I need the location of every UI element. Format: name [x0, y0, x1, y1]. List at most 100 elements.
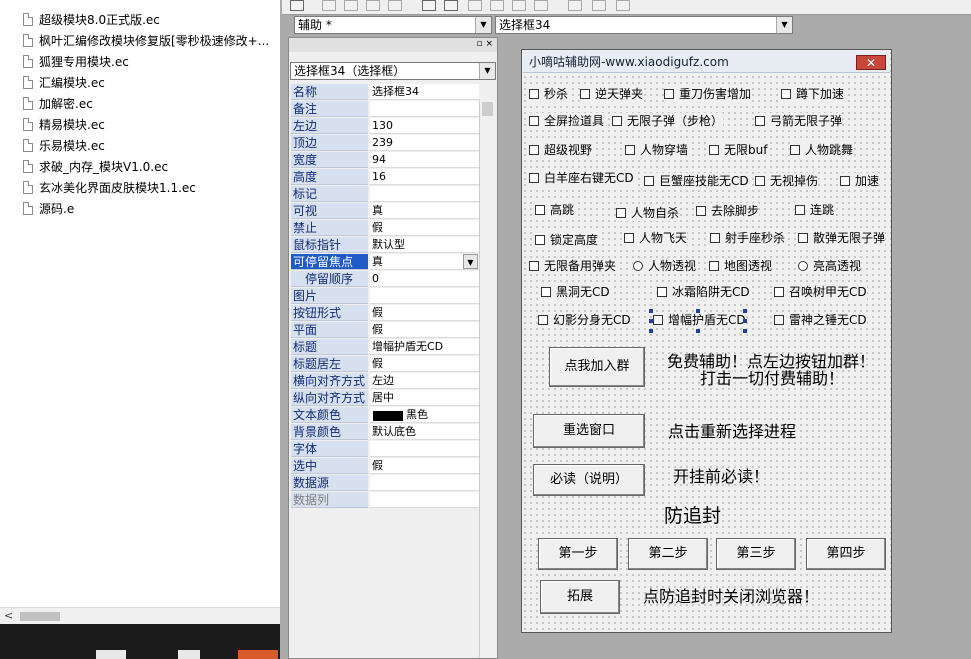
- form-combo[interactable]: 辅助 * ▼: [294, 16, 492, 34]
- control-combo[interactable]: 选择框34 ▼: [495, 16, 793, 34]
- checkbox-icon[interactable]: [755, 116, 765, 126]
- option-checkbox[interactable]: 锁定高度: [535, 232, 599, 248]
- property-row[interactable]: 标题 增幅护盾无CD: [291, 339, 479, 356]
- checkbox-icon[interactable]: [774, 287, 784, 297]
- checkbox-icon[interactable]: [616, 208, 626, 218]
- property-value[interactable]: 16: [370, 169, 479, 185]
- file-item[interactable]: 超级模块8.0正式版.ec: [23, 10, 160, 30]
- tool-icon[interactable]: [534, 0, 548, 11]
- option-checkbox[interactable]: 无视掉伤: [755, 173, 819, 189]
- file-item[interactable]: 狐狸专用模块.ec: [23, 52, 129, 72]
- file-item[interactable]: 汇编模块.ec: [23, 73, 105, 93]
- property-value[interactable]: [370, 492, 479, 508]
- option-checkbox[interactable]: 超级视野: [529, 142, 593, 158]
- chevron-down-icon[interactable]: ▼: [463, 254, 478, 269]
- property-value[interactable]: [370, 441, 479, 457]
- tool-icon[interactable]: [344, 0, 358, 11]
- option-checkbox[interactable]: 秒杀: [529, 86, 569, 102]
- selection-handle[interactable]: [743, 319, 747, 323]
- property-row[interactable]: 背景颜色 默认底色: [291, 424, 479, 441]
- property-row[interactable]: 按钮形式假: [291, 305, 479, 322]
- property-row[interactable]: 宽度 94: [291, 152, 479, 169]
- option-checkbox[interactable]: 幻影分身无CD: [538, 312, 631, 328]
- checkbox-icon[interactable]: [795, 205, 805, 215]
- checkbox-icon[interactable]: [653, 315, 663, 325]
- property-value[interactable]: 假: [370, 305, 479, 321]
- option-checkbox[interactable]: 黑洞无CD: [541, 284, 610, 300]
- property-value[interactable]: 0: [370, 271, 479, 287]
- scroll-thumb[interactable]: [20, 612, 60, 621]
- chevron-down-icon[interactable]: ▼: [479, 63, 495, 79]
- checkbox-icon[interactable]: [541, 287, 551, 297]
- property-value[interactable]: 真: [370, 203, 479, 219]
- expand-button[interactable]: 拓展: [540, 580, 620, 614]
- checkbox-icon[interactable]: [755, 176, 765, 186]
- property-object-selector[interactable]: 选择框34（选择框） ▼: [290, 62, 496, 80]
- selection-handle[interactable]: [696, 309, 700, 313]
- checkbox-icon[interactable]: [781, 89, 791, 99]
- property-row[interactable]: 标题居左假: [291, 356, 479, 373]
- checkbox-icon[interactable]: [709, 145, 719, 155]
- property-row[interactable]: 禁止假: [291, 220, 479, 237]
- property-value[interactable]: 左边: [370, 373, 479, 389]
- scroll-left-icon[interactable]: <: [4, 609, 13, 622]
- radio-icon[interactable]: [633, 261, 643, 271]
- checkbox-icon[interactable]: [529, 89, 539, 99]
- option-checkbox[interactable]: 人物自杀: [616, 205, 680, 221]
- tool-icon[interactable]: [490, 0, 504, 11]
- option-checkbox[interactable]: 去除脚步: [696, 203, 760, 219]
- property-row[interactable]: 平面假: [291, 322, 479, 339]
- option-checkbox[interactable]: 加速: [840, 173, 880, 189]
- step2-button[interactable]: 第二步: [628, 538, 708, 570]
- checkbox-icon[interactable]: [529, 116, 539, 126]
- checkbox-icon[interactable]: [774, 315, 784, 325]
- selection-handle[interactable]: [649, 319, 653, 323]
- step4-button[interactable]: 第四步: [806, 538, 886, 570]
- property-value[interactable]: 239: [370, 135, 479, 151]
- selection-handle[interactable]: [696, 329, 700, 333]
- step3-button[interactable]: 第三步: [716, 538, 796, 570]
- tool-icon[interactable]: [388, 0, 402, 11]
- checkbox-icon[interactable]: [580, 89, 590, 99]
- property-row[interactable]: 图片: [291, 288, 479, 305]
- option-checkbox[interactable]: 冰霜陷阱无CD: [657, 284, 750, 300]
- tool-icon[interactable]: [322, 0, 336, 11]
- property-value[interactable]: 假: [370, 220, 479, 236]
- option-checkbox[interactable]: 雷神之锤无CD: [774, 312, 867, 328]
- property-value[interactable]: 假: [370, 458, 479, 474]
- checkbox-icon[interactable]: [798, 233, 808, 243]
- property-value[interactable]: [370, 186, 479, 202]
- checkbox-icon[interactable]: [840, 176, 850, 186]
- checkbox-icon[interactable]: [625, 145, 635, 155]
- option-checkbox[interactable]: 亮高透视: [798, 258, 862, 274]
- file-item[interactable]: 源码.e: [23, 199, 74, 219]
- property-value[interactable]: [370, 288, 479, 304]
- tool-icon[interactable]: [512, 0, 526, 11]
- option-checkbox[interactable]: 人物透视: [633, 258, 697, 274]
- option-checkbox[interactable]: 人物飞天: [624, 230, 688, 246]
- option-checkbox[interactable]: 连跳: [795, 202, 835, 218]
- option-checkbox[interactable]: 人物跳舞: [790, 142, 854, 158]
- property-row[interactable]: 文本颜色 黑色: [291, 407, 479, 424]
- option-checkbox[interactable]: 地图透视: [709, 258, 773, 274]
- checkbox-icon[interactable]: [710, 233, 720, 243]
- checkbox-icon[interactable]: [535, 205, 545, 215]
- tool-icon[interactable]: [592, 0, 606, 11]
- option-checkbox[interactable]: 重刀伤害增加: [664, 86, 752, 102]
- option-checkbox[interactable]: 增幅护盾无CD: [653, 312, 746, 328]
- taskbar-item[interactable]: [238, 650, 278, 659]
- option-checkbox[interactable]: 高跳: [535, 202, 575, 218]
- checkbox-icon[interactable]: [529, 261, 539, 271]
- property-row[interactable]: 横向对齐方式 左边: [291, 373, 479, 390]
- checkbox-icon[interactable]: [529, 173, 539, 183]
- option-checkbox[interactable]: 无限buf: [709, 142, 768, 158]
- property-row[interactable]: 备注: [291, 101, 479, 118]
- property-row[interactable]: 名称 选择框34: [291, 84, 479, 101]
- file-item[interactable]: 加解密.ec: [23, 94, 93, 114]
- option-checkbox[interactable]: 召唤树甲无CD: [774, 284, 867, 300]
- checkbox-icon[interactable]: [664, 89, 674, 99]
- close-icon[interactable]: ✕: [856, 55, 886, 70]
- checkbox-icon[interactable]: [535, 235, 545, 245]
- property-row[interactable]: 顶边 239: [291, 135, 479, 152]
- property-row[interactable]: 数据源: [291, 475, 479, 492]
